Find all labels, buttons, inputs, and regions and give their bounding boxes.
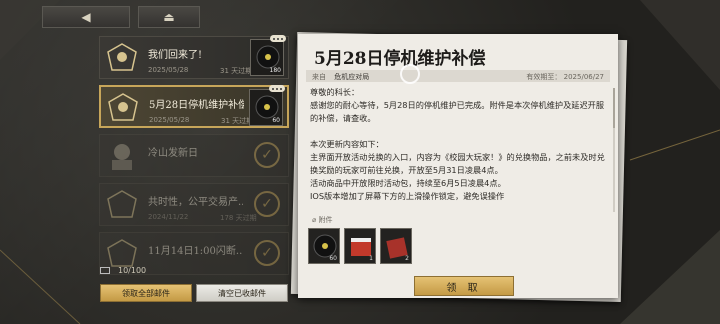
read-check-icon: ✓: [254, 142, 280, 168]
attachment-count: 60: [272, 117, 280, 124]
attachment-thumb: 180: [250, 39, 284, 76]
back-arrow-icon: ◀: [81, 10, 91, 24]
mail-title: 5月28日停机维护补偿: [149, 100, 244, 111]
emblem-icon: [108, 93, 138, 121]
sender: 来自 危机应对局: [312, 72, 369, 82]
mail-expiry: 178 天过期: [220, 214, 257, 222]
mail-item-2[interactable]: 5月28日停机维护补偿 2025/05/28 31 天过期 60: [99, 85, 289, 128]
expiry-date: 2025/06/27: [563, 73, 604, 81]
mail-icon: [100, 267, 110, 274]
sender-name: 危机应对局: [334, 73, 370, 81]
expiry: 有效期至： 2025/06/27: [526, 72, 604, 82]
mail-detail: 5月28日停机维护补偿 来自 危机应对局 有效期至： 2025/06/27 尊敬…: [298, 34, 618, 298]
reward-item[interactable]: 60: [308, 228, 340, 264]
mail-date: 2024/11/22: [148, 213, 189, 221]
attachments-label: ⌀ 附件: [312, 215, 332, 225]
mail-item-4[interactable]: 共时性，公平交易产... 2024/11/22 178 天过期 ✓: [99, 183, 289, 226]
mail-count: 10/100: [118, 266, 147, 275]
eject-icon: ⏏: [163, 10, 175, 24]
more-dots-icon: [269, 85, 285, 92]
attachments-label-text: 附件: [318, 216, 333, 224]
mail-expiry: 31 天过期: [220, 67, 253, 75]
attachment-count: 180: [269, 67, 281, 74]
reward-item[interactable]: 2: [380, 228, 412, 264]
reward-count: 60: [329, 255, 337, 262]
reward-item[interactable]: 1: [344, 228, 376, 264]
mail-list: 我们回来了! 2025/05/28 31 天过期 180 5月28日停机维护补偿…: [96, 34, 292, 284]
mail-body[interactable]: 尊敬的科长： 感谢您的耐心等待，5月28日的停机维护已完成。附件是本次停机维护及…: [306, 86, 612, 216]
mail-title: 我们回来了!: [148, 50, 203, 61]
meta-bar: 来自 危机应对局 有效期至： 2025/06/27: [306, 70, 610, 82]
reward-count: 2: [405, 255, 409, 262]
claim-button[interactable]: 领 取: [414, 276, 514, 296]
mail-title: 11月14日1:00闪断...: [148, 246, 243, 257]
read-check-icon: ✓: [254, 191, 280, 217]
reward-count: 1: [369, 255, 373, 262]
read-check-icon: ✓: [254, 240, 280, 266]
mail-body-text: 尊敬的科长： 感谢您的耐心等待，5月28日的停机维护已完成。附件是本次停机维护及…: [310, 87, 605, 201]
mail-date: 2025/05/28: [148, 66, 189, 74]
mail-title: 冷山发新日: [148, 148, 198, 159]
claim-all-button[interactable]: 领取全部邮件: [100, 284, 192, 302]
avatar: [112, 144, 132, 170]
detail-title: 5月28日停机维护补偿: [314, 49, 486, 69]
home-button[interactable]: ⏏: [138, 6, 200, 28]
more-dots-icon: [270, 35, 286, 42]
scrollbar[interactable]: [613, 88, 615, 212]
scrollbar-thumb[interactable]: [613, 88, 615, 128]
back-button[interactable]: ◀: [42, 6, 130, 28]
emblem-icon: [107, 190, 137, 218]
clear-read-button[interactable]: 清空已收邮件: [196, 284, 288, 302]
expiry-label: 有效期至：: [526, 73, 562, 81]
mail-item-3[interactable]: 冷山发新日 ✓: [99, 134, 289, 177]
attachment-thumb: 60: [249, 89, 283, 126]
mail-count-row: 10/100: [100, 266, 146, 275]
mail-title: 共时性，公平交易产...: [148, 197, 243, 208]
emblem-icon: [107, 43, 137, 71]
mail-date: 2025/05/28: [149, 116, 190, 124]
paperclip-icon: ⌀: [312, 216, 317, 224]
sender-label: 来自: [312, 73, 326, 81]
loading-ring-icon: [400, 64, 420, 84]
mail-item-1[interactable]: 我们回来了! 2025/05/28 31 天过期 180: [99, 35, 289, 79]
